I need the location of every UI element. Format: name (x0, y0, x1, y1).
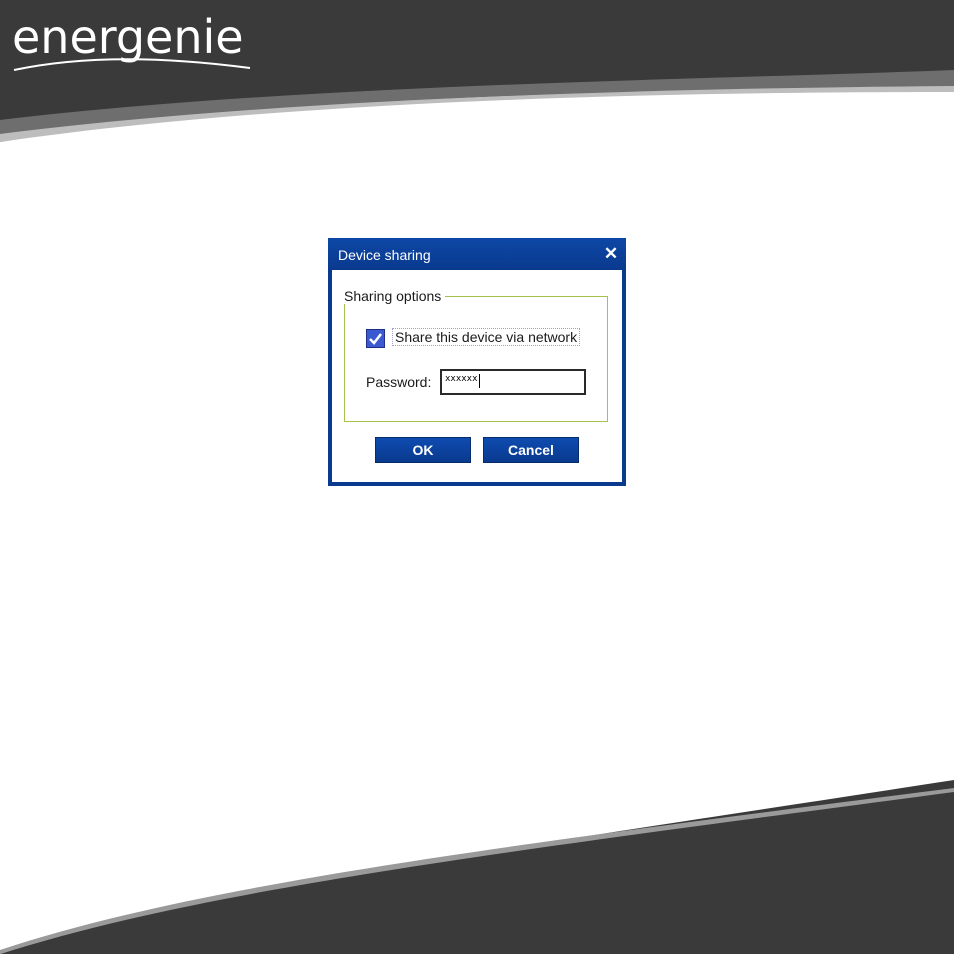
footer-band (0, 780, 954, 954)
text-caret (478, 374, 480, 388)
password-value: xxxxxx (445, 374, 478, 384)
close-icon[interactable]: ✕ (602, 245, 620, 263)
device-sharing-dialog: Device sharing ✕ Sharing options Share t… (328, 238, 626, 486)
dialog-titlebar[interactable]: Device sharing ✕ (328, 238, 626, 270)
share-checkbox-label[interactable]: Share this device via network (392, 328, 581, 346)
sharing-options-group (344, 296, 608, 422)
password-label: Password: (366, 374, 432, 390)
ok-button[interactable]: OK (375, 437, 471, 463)
dialog-client-area: Sharing options Share this device via ne… (332, 270, 622, 482)
password-field[interactable]: xxxxxx (440, 369, 586, 395)
dialog-title: Device sharing (338, 247, 431, 263)
share-checkbox[interactable] (366, 329, 386, 349)
group-title: Sharing options (340, 288, 446, 304)
logo-swoosh (13, 58, 251, 71)
cancel-button[interactable]: Cancel (483, 437, 579, 463)
